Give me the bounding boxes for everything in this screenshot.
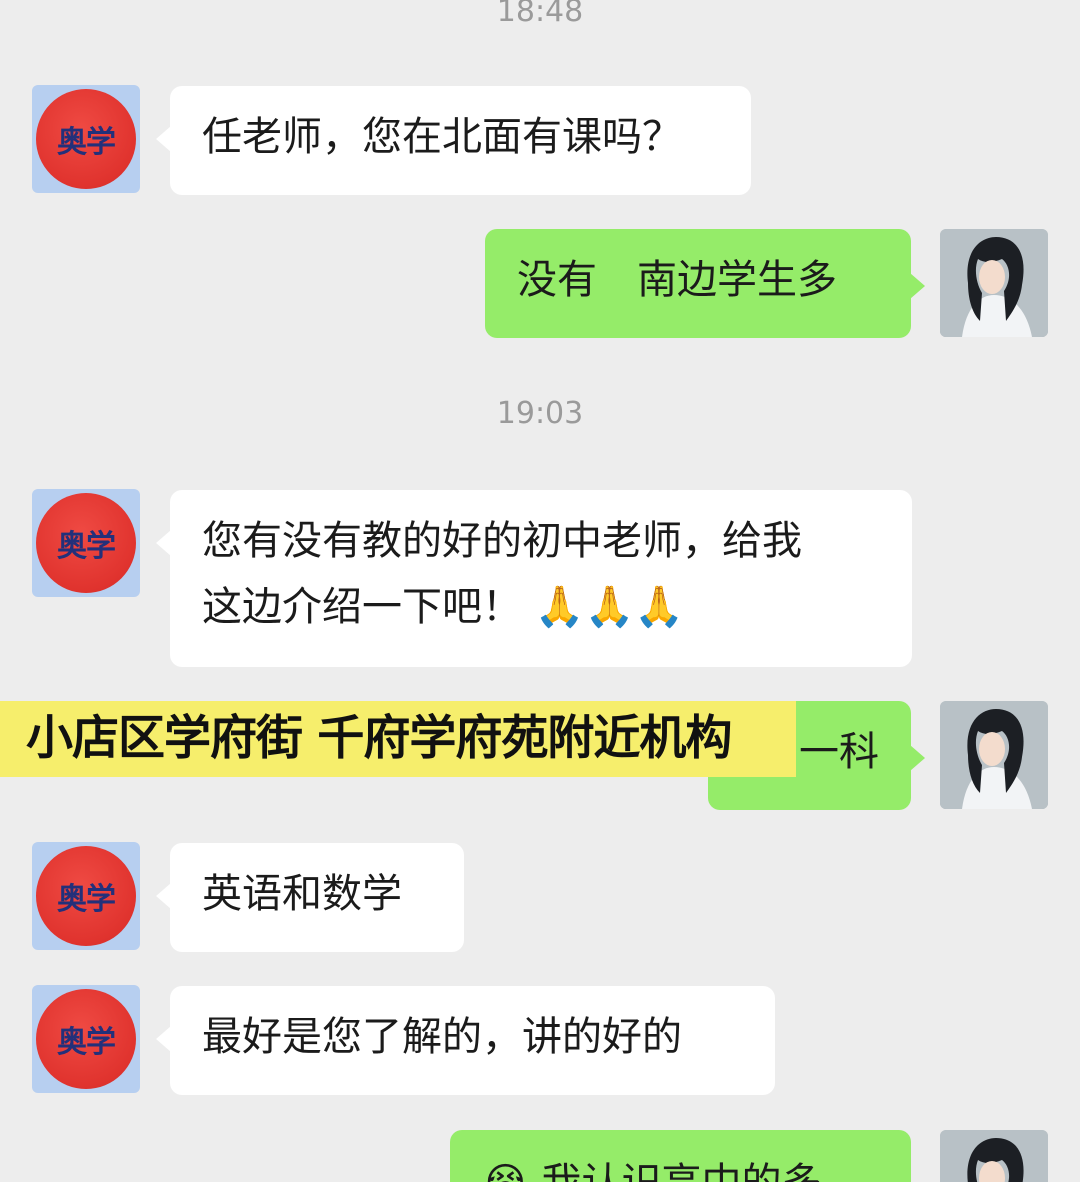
school-avatar[interactable]: 奥学 [32,489,140,597]
message-text: 任老师，您在北面有课吗？ [202,114,682,160]
user-avatar[interactable] [940,701,1048,809]
school-avatar[interactable]: 奥学 [32,985,140,1093]
message-text: 一科 [799,729,879,775]
user-avatar-icon [940,701,1048,809]
school-logo-text: 奥学 [57,882,116,917]
message-text: 这边介绍一下吧！ [202,584,522,630]
message-bubble-outgoing[interactable]: 没有 南边学生多 [485,229,925,338]
message-bubble-incoming[interactable]: 英语和数学 [156,843,464,952]
school-logo-text: 奥学 [57,125,116,160]
message-text-line: 您有没有教的好的初中老师，给我 [202,518,802,564]
message-text: 没有 南边学生多 [517,257,837,303]
timestamp: 19:03 [496,396,584,431]
timestamp: 18:48 [496,0,584,29]
school-avatar[interactable]: 奥学 [32,85,140,193]
message-text: 最好是您了解的，讲的好的 [202,1014,682,1060]
message-text: 英语和数学 [202,871,402,917]
school-logo-text: 奥学 [57,1025,116,1060]
school-logo-text: 奥学 [57,529,116,564]
message-text: 我认识高中的多 [541,1160,821,1182]
user-avatar[interactable] [940,1130,1048,1182]
message-bubble-incoming[interactable]: 您有没有教的好的初中老师，给我 这边介绍一下吧！ 🙏🙏🙏 [156,490,912,667]
user-avatar[interactable] [940,229,1048,337]
user-avatar-icon [940,229,1048,337]
message-bubble-incoming[interactable]: 最好是您了解的，讲的好的 [156,986,775,1095]
pray-emoji-icon: 🙏🙏🙏 [534,584,685,630]
crying-emoji-icon: 😭 [482,1160,529,1182]
user-avatar-icon [940,1130,1048,1182]
location-banner: 小店区学府街 千府学府苑附近机构 [0,701,796,777]
message-bubble-outgoing[interactable]: 😭 我认识高中的多 [450,1130,911,1182]
message-bubble-incoming[interactable]: 任老师，您在北面有课吗？ [156,86,751,195]
school-avatar[interactable]: 奥学 [32,842,140,950]
message-text-line: 这边介绍一下吧！ 🙏🙏🙏 [202,574,880,640]
